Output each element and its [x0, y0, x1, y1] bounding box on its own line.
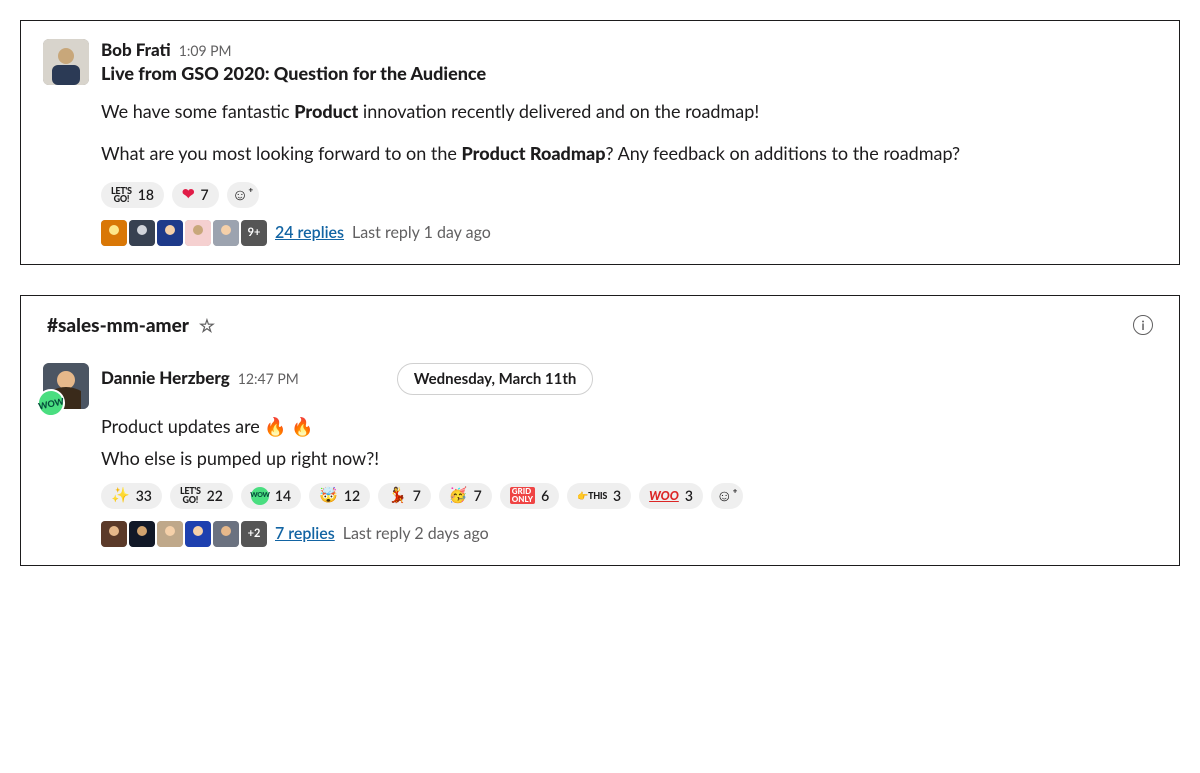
reaction-dance[interactable]: 💃 7 — [378, 483, 431, 509]
face-icon: 🥳 — [449, 488, 468, 503]
thread-avatar — [185, 521, 211, 547]
reactions-bar: LET'SGO! 18 ❤ 7 ☺⁺ — [101, 182, 1157, 208]
this-icon: 👉THIS — [577, 492, 607, 500]
reaction-this[interactable]: 👉THIS 3 — [567, 483, 631, 509]
fire-icon: 🔥 — [264, 415, 286, 437]
letsgo-icon: LET'SGO! — [111, 187, 132, 203]
reaction-sparkle[interactable]: ✨ 33 — [101, 483, 162, 509]
thread-avatar — [101, 220, 127, 246]
timestamp[interactable]: 1:09 PM — [179, 42, 232, 59]
author-name[interactable]: Bob Frati — [101, 39, 171, 60]
gridonly-icon: GRIDONLY — [510, 487, 535, 503]
reaction-face[interactable]: 🤯 12 — [309, 483, 370, 509]
thread-avatars: 9+ — [101, 220, 267, 246]
thread-avatar — [213, 521, 239, 547]
message-body: We have some fantastic Product innovatio… — [101, 98, 1157, 168]
channel-name[interactable]: #sales-mm-amer — [47, 314, 189, 337]
wow-icon: WOW — [251, 487, 269, 505]
info-icon[interactable]: i — [1133, 315, 1153, 335]
star-icon[interactable]: ☆ — [199, 314, 215, 337]
add-reaction-button[interactable]: ☺⁺ — [711, 483, 743, 509]
reaction-heart[interactable]: ❤ 7 — [172, 182, 219, 208]
thread-avatar — [185, 220, 211, 246]
reaction-face2[interactable]: 🥳 7 — [439, 483, 492, 509]
thread-avatar — [213, 220, 239, 246]
sparkle-icon: ✨ — [111, 488, 130, 503]
add-reaction-icon: ☺⁺ — [232, 185, 254, 205]
reaction-letsgo[interactable]: LET'SGO! 18 — [101, 182, 164, 208]
thread-summary[interactable]: +2 7 replies Last reply 2 days ago — [101, 521, 1157, 547]
replies-link[interactable]: 7 replies — [275, 524, 335, 543]
reactions-bar: ✨ 33 LET'SGO! 22 WOW 14 🤯 12 💃 7 — [101, 483, 1157, 509]
author-name[interactable]: Dannie Herzberg — [101, 367, 230, 388]
channel-header: #sales-mm-amer ☆ i — [43, 314, 1157, 337]
last-reply: Last reply 2 days ago — [343, 524, 489, 543]
woo-icon: WOO — [649, 488, 679, 503]
fire-icon: 🔥 — [291, 415, 313, 437]
add-reaction-button[interactable]: ☺⁺ — [227, 182, 259, 208]
reaction-wow[interactable]: WOW 14 — [241, 483, 301, 509]
letsgo-icon: LET'SGO! — [180, 487, 201, 503]
reaction-letsgo[interactable]: LET'SGO! 22 — [170, 483, 233, 509]
thread-summary[interactable]: 9+ 24 replies Last reply 1 day ago — [101, 220, 1157, 246]
slack-message-bob: Bob Frati 1:09 PM Live from GSO 2020: Qu… — [20, 20, 1180, 265]
avatar[interactable] — [43, 39, 89, 85]
slack-message-dannie: #sales-mm-amer ☆ i WOW Dannie Herzberg 1… — [20, 295, 1180, 566]
last-reply: Last reply 1 day ago — [352, 223, 491, 242]
heart-icon: ❤ — [182, 187, 195, 202]
timestamp[interactable]: 12:47 PM — [238, 370, 299, 387]
reaction-woo[interactable]: WOO 3 — [639, 483, 703, 509]
face-icon: 🤯 — [319, 488, 338, 503]
thread-avatar — [157, 220, 183, 246]
replies-link[interactable]: 24 replies — [275, 223, 344, 242]
message-body: Product updates are 🔥 🔥 Who else is pump… — [101, 413, 1157, 473]
reaction-gridonly[interactable]: GRIDONLY 6 — [500, 483, 559, 509]
thread-avatar — [157, 521, 183, 547]
avatar[interactable]: WOW — [43, 363, 89, 409]
thread-avatar — [101, 521, 127, 547]
thread-avatar — [129, 220, 155, 246]
add-reaction-icon: ☺⁺ — [716, 486, 738, 506]
thread-avatar-more: 9+ — [241, 220, 267, 246]
thread-avatar-more: +2 — [241, 521, 267, 547]
thread-avatar — [129, 521, 155, 547]
date-divider[interactable]: Wednesday, March 11th — [397, 363, 594, 395]
message-subject: Live from GSO 2020: Question for the Aud… — [101, 62, 1157, 84]
dance-icon: 💃 — [388, 488, 407, 503]
thread-avatars: +2 — [101, 521, 267, 547]
